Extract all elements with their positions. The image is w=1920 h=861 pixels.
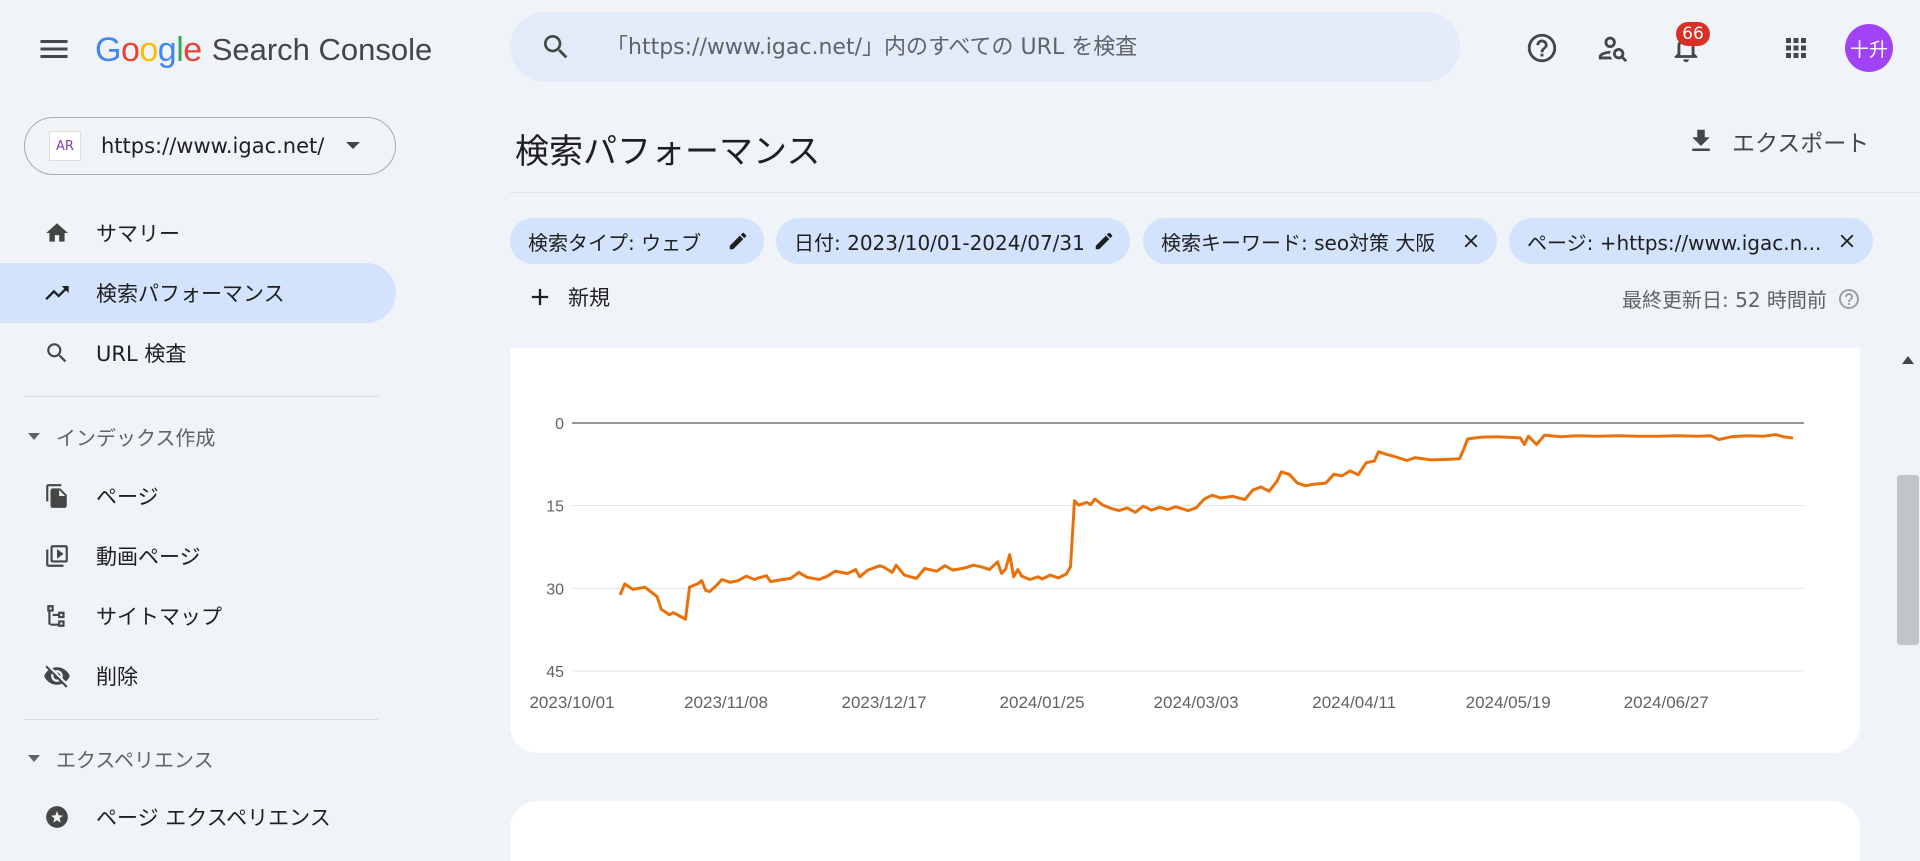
- position-series-line: [619, 433, 1794, 621]
- google-letter: e: [183, 30, 202, 69]
- close-icon[interactable]: [1835, 229, 1859, 253]
- scroll-up-arrow-icon[interactable]: [1902, 356, 1914, 364]
- data-table-card: [510, 801, 1860, 861]
- sidebar-item-url-inspection[interactable]: URL 検査: [0, 323, 396, 383]
- filter-chip-label: ページ: +https://www.igac.n...: [1527, 230, 1822, 255]
- sidebar-item-label: URL 検査: [96, 342, 187, 366]
- sidebar-item-summary[interactable]: サマリー: [0, 203, 396, 263]
- sidebar-divider: [24, 396, 378, 397]
- y-tick-label: 45: [546, 664, 564, 681]
- sidebar-item-label: サマリー: [96, 222, 180, 246]
- x-tick-label: 2024/04/11: [1312, 693, 1396, 712]
- apps-grid-icon: [1786, 38, 1806, 58]
- x-tick-label: 2024/06/27: [1624, 693, 1709, 712]
- sidebar-item-label: 削除: [96, 665, 138, 689]
- sidebar-item-label: ページ エクスペリエンス: [96, 806, 331, 830]
- performance-chart-card: 0 15 30 45 2023/10/01 2023/11/08 2023/12/17 202…: [510, 348, 1860, 753]
- google-letter: G: [95, 30, 121, 69]
- google-letter: o: [120, 30, 140, 69]
- users-settings-button[interactable]: [1589, 24, 1637, 72]
- x-tick-label: 2024/01/25: [1000, 693, 1085, 712]
- sidebar-item-label: ページ: [96, 485, 159, 509]
- filter-chip-label: 日付: 2023/10/01-2024/07/31: [794, 230, 1085, 255]
- url-inspection-search[interactable]: [510, 12, 1460, 82]
- home-icon: [42, 218, 72, 248]
- filter-chip-date[interactable]: 日付: 2023/10/01-2024/07/31: [776, 218, 1130, 264]
- google-letter: o: [139, 30, 158, 69]
- y-tick-label: 15: [546, 499, 564, 516]
- x-tick-label: 2024/05/19: [1466, 693, 1551, 712]
- export-label: エクスポート: [1732, 131, 1870, 157]
- dropdown-caret-icon: [346, 142, 360, 149]
- sidebar-item-removals[interactable]: 削除: [0, 646, 396, 706]
- search-icon[interactable]: [536, 27, 576, 67]
- property-url: https://www.igac.net/: [101, 134, 325, 158]
- property-selector[interactable]: AR https://www.igac.net/: [24, 117, 396, 175]
- y-tick-label: 0: [555, 416, 564, 433]
- app-logo[interactable]: Google Search Console: [95, 30, 432, 70]
- section-label: インデックス作成: [56, 425, 216, 450]
- sidebar-item-page-experience[interactable]: ページ エクスペリエンス: [0, 787, 396, 847]
- x-tick-label: 2023/10/01: [529, 693, 614, 712]
- add-filter-button[interactable]: 新規: [526, 282, 610, 312]
- edit-icon[interactable]: [1092, 229, 1116, 253]
- filter-chip-label: 検索タイプ: ウェブ: [528, 230, 702, 255]
- section-experience[interactable]: エクスペリエンス: [28, 738, 214, 778]
- sidebar-divider: [24, 719, 378, 720]
- export-button[interactable]: エクスポート: [1686, 124, 1869, 158]
- last-updated: 最終更新日: 52 時間前: [1622, 284, 1861, 313]
- position-chart[interactable]: 0 15 30 45 2023/10/01 2023/11/08 2023/12/17 202…: [510, 348, 1860, 753]
- y-tick-label: 30: [546, 581, 564, 598]
- sidebar-item-label: 検索パフォーマンス: [96, 282, 285, 306]
- main-menu-button[interactable]: [36, 31, 72, 67]
- filter-chip-label: 検索キーワード: seo対策 大阪: [1161, 230, 1436, 255]
- sidebar-item-sitemaps[interactable]: サイトマップ: [0, 586, 396, 646]
- video-pages-icon: [42, 541, 72, 571]
- menu-icon: [40, 40, 68, 58]
- sitemap-icon: [42, 601, 72, 631]
- x-tick-label: 2023/11/08: [684, 693, 768, 712]
- add-filter-label: 新規: [568, 286, 610, 310]
- apps-button[interactable]: [1772, 24, 1820, 72]
- sidebar-item-performance[interactable]: 検索パフォーマンス: [0, 263, 396, 323]
- sidebar-item-label: サイトマップ: [96, 605, 222, 629]
- manage-accounts-icon: [1598, 36, 1628, 63]
- filter-chip-search-type[interactable]: 検索タイプ: ウェブ: [510, 218, 764, 264]
- help-icon: [1527, 33, 1557, 63]
- page-title: 検索パフォーマンス: [515, 132, 821, 172]
- edit-icon[interactable]: [726, 229, 750, 253]
- search-icon: [42, 338, 72, 368]
- plus-icon: [531, 288, 549, 306]
- search-input[interactable]: [604, 33, 1428, 61]
- x-tick-label: 2024/03/03: [1154, 693, 1239, 712]
- help-button[interactable]: [1518, 24, 1566, 72]
- last-updated-text: 最終更新日: 52 時間前: [1622, 288, 1827, 312]
- section-label: エクスペリエンス: [56, 747, 214, 772]
- trending-up-icon: [42, 278, 72, 308]
- download-icon: [1692, 129, 1710, 151]
- scrollbar-thumb[interactable]: [1897, 475, 1919, 645]
- help-circle-icon[interactable]: [1837, 287, 1861, 311]
- sidebar-item-pages[interactable]: ページ: [0, 466, 396, 526]
- pages-icon: [42, 481, 72, 511]
- page-experience-icon: [42, 802, 72, 832]
- filter-chip-query[interactable]: 検索キーワード: seo対策 大阪: [1143, 218, 1497, 264]
- collapse-caret-icon: [28, 432, 40, 440]
- section-indexing[interactable]: インデックス作成: [28, 416, 215, 456]
- account-avatar[interactable]: 十升: [1845, 24, 1893, 72]
- close-icon[interactable]: [1459, 229, 1483, 253]
- x-tick-label: 2023/12/17: [842, 693, 927, 712]
- header-divider: [510, 192, 1920, 193]
- google-letter: g: [157, 30, 177, 69]
- property-favicon: AR: [49, 131, 81, 161]
- filter-chip-page[interactable]: ページ: +https://www.igac.n...: [1509, 218, 1873, 264]
- removals-icon: [42, 661, 72, 691]
- google-wordmark: Google: [95, 31, 202, 70]
- collapse-caret-icon: [28, 754, 40, 762]
- product-name: Search Console: [211, 32, 433, 67]
- notification-badge: 66: [1676, 22, 1710, 46]
- sidebar-item-label: 動画ページ: [96, 545, 201, 569]
- avatar-text: 十升: [1849, 38, 1888, 61]
- sidebar-item-video-pages[interactable]: 動画ページ: [0, 526, 396, 586]
